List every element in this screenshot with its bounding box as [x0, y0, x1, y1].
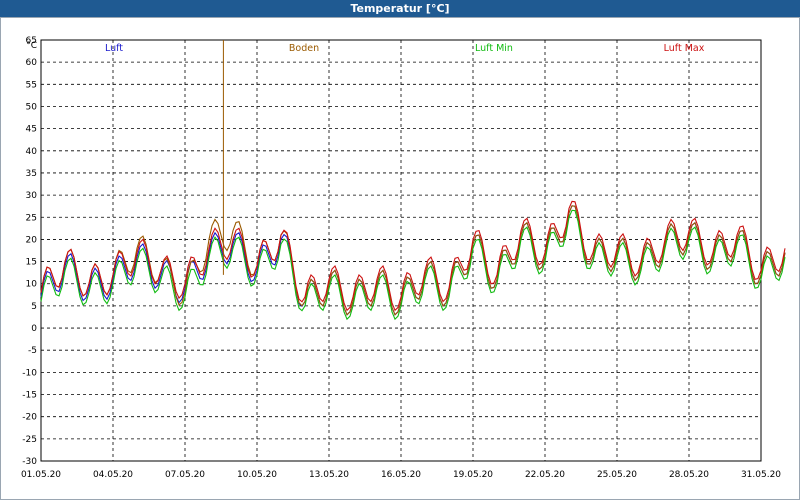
x-tick-label: 19.05.20 — [453, 470, 493, 480]
x-tick-label: 25.05.20 — [597, 470, 637, 480]
y-tick-label: -5 — [28, 346, 37, 356]
x-tick-label: 28.05.20 — [669, 470, 709, 480]
window-title: Temperatur [°C] — [350, 2, 450, 15]
y-tick-label: -10 — [22, 368, 37, 378]
x-tick-label: 04.05.20 — [93, 470, 133, 480]
y-tick-label: 5 — [31, 302, 37, 312]
y-tick-label: 15 — [26, 258, 37, 268]
x-tick-label: 01.05.20 — [21, 470, 61, 480]
y-tick-label: 25 — [26, 213, 37, 223]
y-tick-label: -30 — [22, 457, 37, 467]
y-tick-label: -25 — [22, 435, 37, 445]
chart-area: 65 60 55 50 45 40 35 30 25 20 15 10 5 0 -5 -10 -15 -20 -25… — [0, 17, 800, 500]
x-tick-label: 10.05.20 — [237, 470, 277, 480]
y-tick-label: 45 — [26, 125, 37, 135]
x-tick-label: 07.05.20 — [165, 470, 205, 480]
y-tick-label: 10 — [26, 280, 38, 290]
x-tick-label: 13.05.20 — [309, 470, 349, 480]
y-axis-label: °C — [26, 41, 37, 51]
y-tick-label: 60 — [26, 58, 38, 68]
y-tick-label: 50 — [26, 102, 38, 112]
y-tick-label: 35 — [26, 169, 37, 179]
y-tick-label: 40 — [26, 147, 38, 157]
legend-luft-max: Luft Max — [664, 43, 705, 54]
legend-boden: Boden — [289, 43, 319, 54]
temperature-chart: 65605550454035302520151050-5-10-15-20-25… — [21, 36, 786, 480]
y-tick-label: 55 — [26, 80, 37, 90]
window-title-bar: Temperatur [°C] — [0, 0, 800, 17]
y-tick-label: 0 — [31, 324, 37, 334]
y-tick-label: 20 — [26, 235, 38, 245]
legend-luft: Luft — [105, 43, 123, 54]
y-tick-label: -15 — [22, 391, 37, 401]
x-tick-label: 16.05.20 — [381, 470, 421, 480]
legend-luft-min: Luft Min — [475, 43, 513, 54]
y-tick-label: 30 — [26, 191, 38, 201]
x-tick-label: 31.05.20 — [741, 470, 781, 480]
x-tick-label: 22.05.20 — [525, 470, 565, 480]
y-tick-label: -20 — [22, 413, 37, 423]
